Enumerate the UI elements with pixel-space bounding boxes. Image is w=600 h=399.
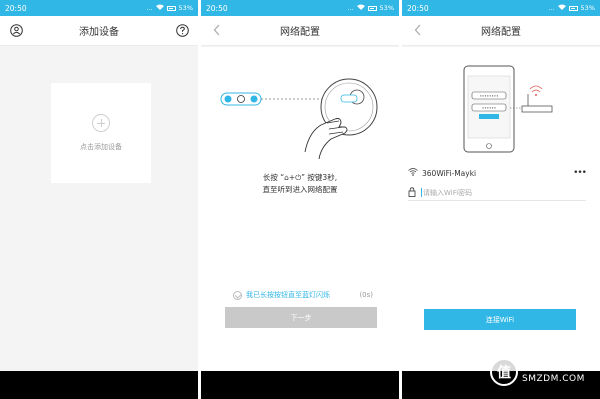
- text-caret: [421, 188, 422, 197]
- page-title: 添加设备: [79, 27, 119, 38]
- password-placeholder: 请输入WiFi密码: [423, 188, 473, 197]
- plus-icon: [92, 114, 110, 132]
- screen-add-device: 20:50 ... 53% 添加设备 点击添加设备: [0, 0, 198, 399]
- status-time: 20:50: [5, 3, 27, 13]
- checkbox-icon[interactable]: [233, 290, 242, 300]
- wifi-status-icon: [356, 4, 365, 12]
- status-icons: ... 53%: [548, 4, 595, 12]
- content-area: •••••••• •••••• 360WiFi-Mayki ••• 请输入WiF…: [402, 47, 600, 371]
- status-bar: 20:50 ... 53%: [0, 0, 198, 16]
- battery-icon: [568, 5, 578, 11]
- wifi-status-icon: [557, 4, 566, 12]
- status-icons: ... 53%: [146, 4, 193, 12]
- status-time: 20:50: [206, 3, 228, 13]
- next-button[interactable]: 下一步: [225, 307, 377, 328]
- screen-network-config: 20:50 ... 53% 网络配置 长按 “⌂+⏻” 按键3秒, 直至听到进入…: [201, 0, 399, 399]
- instruction-line-1: 长按 “⌂+⏻” 按键3秒,: [262, 173, 338, 182]
- wifi-status-icon: [155, 4, 164, 12]
- back-icon[interactable]: [411, 23, 425, 37]
- help-icon[interactable]: [175, 23, 189, 37]
- battery-icon: [367, 5, 377, 11]
- content-area: 长按 “⌂+⏻” 按键3秒, 直至听到进入网络配置 我已长按按钮直至蓝灯闪烁 (…: [201, 47, 399, 371]
- battery-percent: 53%: [178, 3, 193, 12]
- status-bar: 20:50 ... 53%: [201, 0, 399, 16]
- status-time: 20:50: [407, 3, 429, 13]
- add-device-card[interactable]: 点击添加设备: [51, 83, 151, 183]
- nav-bar: 网络配置: [402, 16, 600, 46]
- countdown-text: (0s): [359, 291, 373, 299]
- password-field[interactable]: 请输入WiFi密码: [408, 185, 586, 201]
- status-bar: 20:50 ... 53%: [402, 0, 600, 16]
- add-device-label: 点击添加设备: [80, 143, 122, 151]
- battery-percent: 53%: [580, 3, 595, 12]
- wifi-name: 360WiFi-Mayki: [422, 168, 477, 178]
- robot-illustration: [220, 78, 378, 160]
- wifi-icon: [408, 168, 418, 178]
- confirm-checkbox[interactable]: 我已长按按钮直至蓝灯闪烁 (0s): [233, 290, 373, 300]
- back-icon[interactable]: [210, 23, 224, 37]
- phone-field-1: ••••••••: [480, 93, 499, 98]
- signal-icon: ...: [146, 3, 153, 12]
- bottom-bar: [0, 371, 198, 399]
- connect-wifi-button[interactable]: 连接WiFi: [424, 309, 576, 330]
- signal-icon: ...: [347, 3, 354, 12]
- instruction-text: 长按 “⌂+⏻” 按键3秒, 直至听到进入网络配置: [201, 172, 399, 196]
- instruction-line-2: 直至听到进入网络配置: [262, 185, 338, 194]
- page-title: 网络配置: [481, 27, 521, 38]
- status-icons: ... 53%: [347, 4, 394, 12]
- screen-wifi-config: 20:50 ... 53% 网络配置 •••••••• •••••• 360Wi…: [402, 0, 600, 399]
- wifi-network-row[interactable]: 360WiFi-Mayki •••: [408, 166, 587, 180]
- more-options-icon[interactable]: •••: [573, 168, 587, 178]
- lock-icon: [408, 186, 416, 199]
- nav-bar: 添加设备: [0, 16, 198, 46]
- nav-bar: 网络配置: [201, 16, 399, 46]
- watermark-cn: 什么值得买: [522, 358, 577, 371]
- battery-percent: 53%: [379, 3, 394, 12]
- battery-icon: [166, 5, 176, 11]
- confirm-text: 我已长按按钮直至蓝灯闪烁: [246, 291, 330, 299]
- profile-icon[interactable]: [9, 23, 23, 37]
- watermark: 值 什么值得买 SMZDM.COM: [490, 348, 598, 396]
- signal-icon: ...: [548, 3, 555, 12]
- page-title: 网络配置: [280, 27, 320, 38]
- smzdm-logo: 值: [490, 358, 518, 386]
- phone-router-illustration: •••••••• ••••••: [463, 65, 553, 153]
- phone-field-2: ••••••: [482, 105, 496, 110]
- watermark-en: SMZDM.COM: [522, 374, 585, 384]
- bottom-bar: [201, 371, 399, 399]
